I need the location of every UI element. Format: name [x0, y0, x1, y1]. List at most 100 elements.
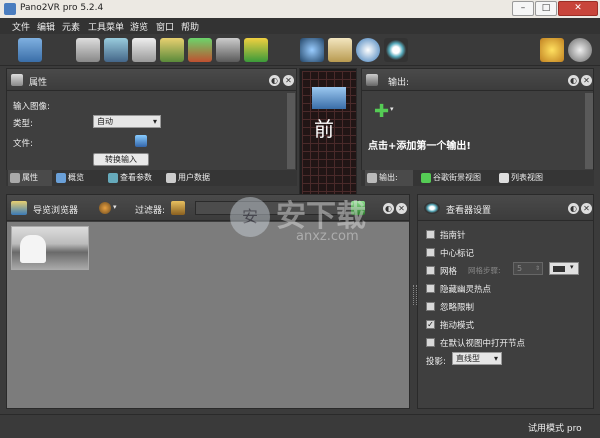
minimize-button[interactable]: –	[512, 1, 534, 16]
menu-file[interactable]: 文件	[12, 20, 30, 33]
view-params-tab-icon	[108, 173, 118, 183]
viewer-undock-icon[interactable]: ◐	[568, 203, 579, 214]
tab-properties[interactable]: 属性	[8, 170, 52, 186]
menu-edit[interactable]: 编辑	[37, 20, 55, 33]
maximize-button[interactable]: □	[535, 1, 557, 16]
app-icon	[4, 3, 16, 15]
slideshow-icon[interactable]	[132, 38, 156, 62]
output-scrollbar[interactable]	[585, 93, 593, 169]
filter-label: 过滤器:	[135, 206, 166, 216]
hotspot-icon[interactable]	[244, 38, 268, 62]
output-close-icon[interactable]: ✕	[581, 75, 592, 86]
output-undock-icon[interactable]: ◐	[568, 75, 579, 86]
binoculars-icon[interactable]	[300, 38, 324, 62]
hide-ghost-hotspots-checkbox[interactable]	[426, 284, 435, 293]
preview-face-label: 前	[314, 117, 334, 141]
add-output-dropdown-icon[interactable]: ▾	[390, 105, 394, 113]
panorama-thumbnail[interactable]	[11, 226, 89, 270]
menu-window[interactable]: 窗口	[156, 20, 174, 33]
menu-elements[interactable]: 元素	[62, 20, 80, 33]
tab-google-street-view[interactable]: 谷歌街景视图	[419, 170, 491, 186]
chevron-down-icon: ▾	[152, 117, 157, 126]
menu-tools[interactable]: 工具菜单	[88, 20, 124, 33]
center-marker-checkbox[interactable]	[426, 248, 435, 257]
tour-browser-close-icon[interactable]: ✕	[396, 203, 407, 214]
trial-mode-label: 试用模式 pro	[528, 424, 582, 434]
viewer-settings-panel: 查看器设置 ◐ ✕ 指南针 中心标记 网格 网格步骤: 5 ⇕ ▾ 隐藏幽灵热点…	[413, 194, 594, 409]
grid-steps-value: 5	[517, 264, 523, 273]
properties-icon	[11, 74, 23, 86]
grid-color-swatch	[553, 266, 565, 272]
output-tabbar: 输出: 谷歌街景视图 列表视图	[361, 170, 594, 186]
grid-color-picker[interactable]: ▾	[549, 262, 579, 275]
eye-icon[interactable]	[384, 38, 408, 62]
properties-title: 属性	[29, 78, 48, 88]
add-output-icon[interactable]: ✚	[374, 101, 389, 122]
compass-checkbox[interactable]	[426, 230, 435, 239]
splitter-handle[interactable]	[413, 285, 417, 305]
browse-file-icon[interactable]	[135, 135, 147, 147]
grid-label: 网格	[440, 267, 458, 277]
add-panorama-icon[interactable]	[351, 201, 365, 215]
tour-browser-undock-icon[interactable]: ◐	[383, 203, 394, 214]
filter-icon[interactable]	[171, 201, 185, 215]
patch-icon[interactable]	[160, 38, 184, 62]
tab-user-data[interactable]: 用户数据	[164, 170, 224, 186]
file-label: 文件:	[13, 139, 33, 149]
clipboard-icon[interactable]	[328, 38, 352, 62]
film-icon[interactable]	[568, 38, 592, 62]
tour-map-icon[interactable]	[76, 38, 100, 62]
tour-browser-title: 导览浏览器	[33, 206, 79, 216]
output-tab-icon	[367, 173, 377, 183]
properties-header: 属性 ◐ ✕	[7, 69, 296, 91]
properties-panel: 属性 ◐ ✕ 输入图像: 类型: 自动 ▾ 文件: 转换输入	[6, 68, 297, 186]
menu-help[interactable]: 帮助	[181, 20, 199, 33]
open-node-default-view-checkbox[interactable]	[426, 338, 435, 347]
status-bar: 试用模式 pro	[0, 414, 600, 438]
grid-steps-label: 网格步骤:	[468, 266, 501, 275]
tab-output[interactable]: 输出:	[365, 170, 413, 186]
compass-label: 指南针	[440, 231, 466, 241]
properties-tabbar: 属性 概览 查看参数 用户数据	[6, 170, 297, 186]
title-bar: Pano2VR pro 5.2.4 – □ ✕	[0, 0, 600, 18]
center-marker-label: 中心标记	[440, 249, 475, 259]
panel-close-icon[interactable]: ✕	[283, 75, 294, 86]
filter-input[interactable]	[195, 201, 345, 215]
input-image-label: 输入图像:	[13, 102, 50, 112]
tour-browser-icon	[11, 201, 27, 215]
properties-scrollbar[interactable]	[287, 93, 295, 169]
type-dropdown-value: 自动	[97, 117, 113, 126]
sort-dropdown-icon[interactable]: ▾	[113, 203, 117, 211]
tab-overview[interactable]: 概览	[54, 170, 98, 186]
color-dropdown-icon: ▾	[570, 263, 574, 271]
grid-checkbox[interactable]	[426, 266, 435, 275]
tab-list-view[interactable]: 列表视图	[497, 170, 553, 186]
spin-arrows-icon: ⇕	[534, 265, 540, 272]
type-dropdown[interactable]: 自动 ▾	[93, 115, 161, 128]
list-view-tab-icon	[499, 173, 509, 183]
grid-steps-spinbox[interactable]: 5 ⇕	[513, 262, 543, 275]
projection-dropdown[interactable]: 直线型 ▾	[452, 352, 502, 365]
open-node-default-view-label: 在默认视图中打开节点	[440, 339, 526, 349]
import-icon[interactable]	[18, 38, 42, 62]
tour-image-icon[interactable]	[188, 38, 212, 62]
map-icon[interactable]	[216, 38, 240, 62]
add-output-text: 点击+添加第一个输出!	[368, 141, 471, 152]
drag-mode-checkbox[interactable]: ✓	[426, 320, 435, 329]
clock-icon[interactable]	[356, 38, 380, 62]
window-title: Pano2VR pro 5.2.4	[20, 3, 104, 13]
projection-value: 直线型	[456, 354, 480, 363]
ignore-limits-checkbox[interactable]	[426, 302, 435, 311]
convert-input-button[interactable]: 转换输入	[93, 153, 149, 166]
close-button[interactable]: ✕	[558, 1, 598, 16]
tab-view-params[interactable]: 查看参数	[106, 170, 162, 186]
sort-user-icon[interactable]	[99, 202, 111, 214]
tour-browser-icon[interactable]	[104, 38, 128, 62]
panel-undock-icon[interactable]: ◐	[269, 75, 280, 86]
tour-browser-content[interactable]	[7, 222, 409, 408]
star-icon[interactable]	[540, 38, 564, 62]
preview-logo-icon	[312, 87, 346, 109]
viewer-close-icon[interactable]: ✕	[581, 203, 592, 214]
thumbnail-rock	[20, 235, 46, 263]
menu-tour[interactable]: 游览	[130, 20, 148, 33]
